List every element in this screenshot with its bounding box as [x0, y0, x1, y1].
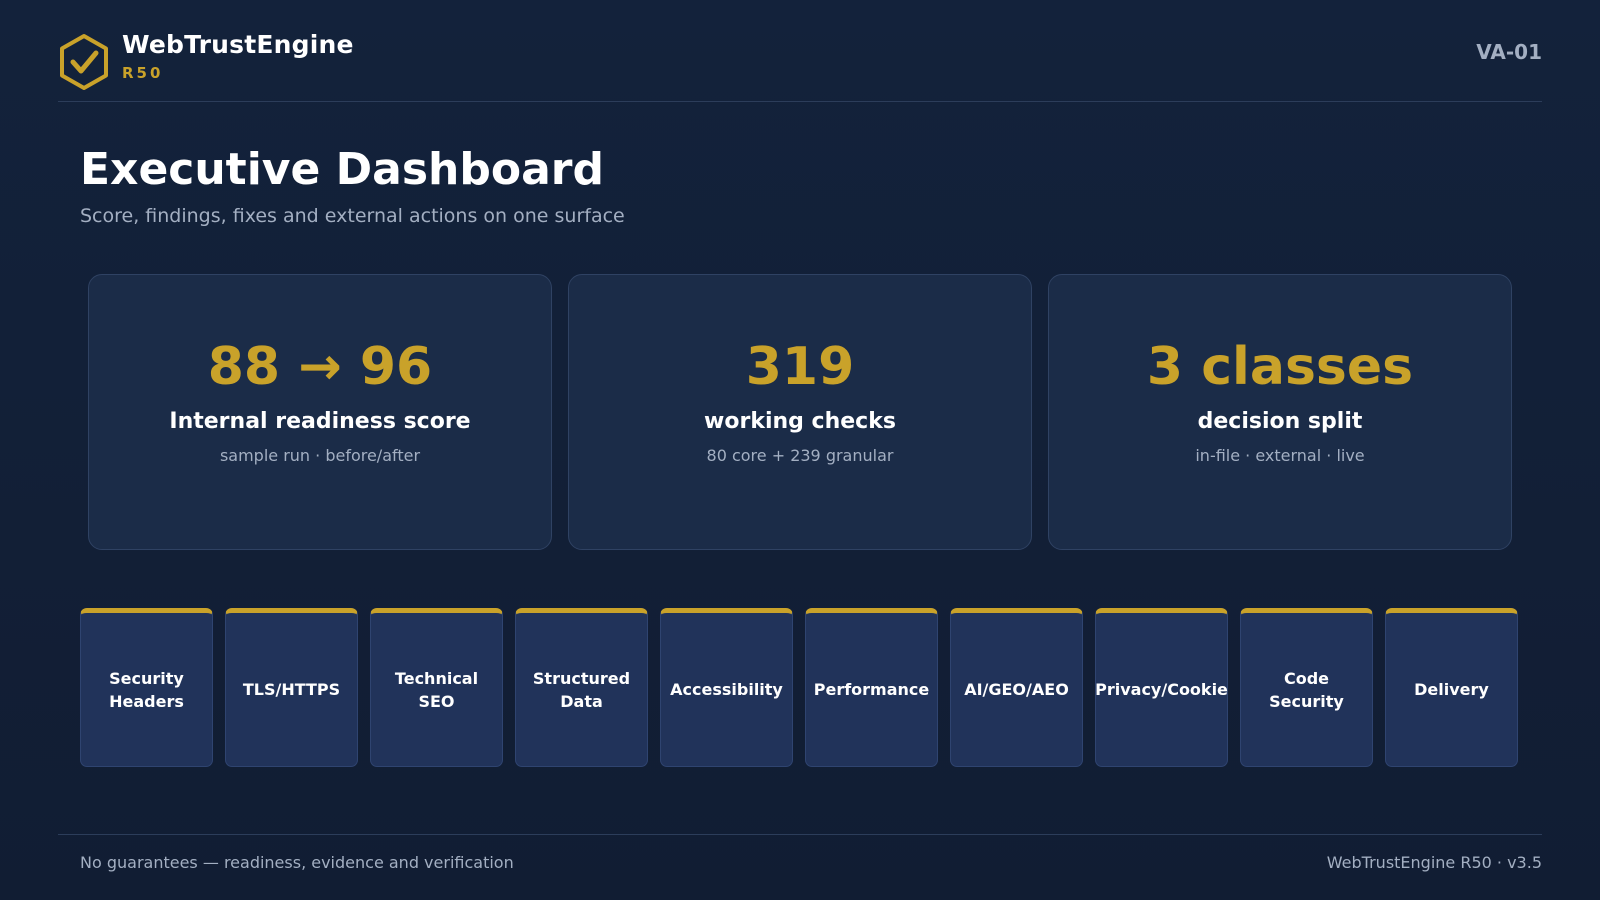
brand-version: R50: [122, 64, 164, 82]
stat-note: sample run · before/after: [219, 446, 421, 465]
category-tile-accessibility: Accessibility: [660, 608, 793, 767]
category-tile-performance: Performance: [805, 608, 938, 767]
stat-value: 319: [745, 337, 855, 397]
stat-value: 3 classes: [1146, 337, 1414, 397]
hexagon-check-icon: [60, 34, 108, 90]
slide: WebTrustEngine R50 VA-01 Executive Dashb…: [0, 0, 1600, 900]
brand-name: WebTrustEngine: [122, 30, 354, 59]
stat-card-checks: 319 working checks 80 core + 239 granula…: [568, 274, 1032, 550]
category-label: TLS/HTTPS: [242, 680, 341, 699]
page-subtitle: Score, findings, fixes and external acti…: [80, 205, 625, 227]
stat-label: decision split: [1197, 409, 1363, 434]
stat-note: 80 core + 239 granular: [706, 446, 894, 465]
footer-disclaimer: No guarantees — readiness, evidence and …: [80, 853, 514, 872]
category-tile-technical-seo: Technical SEO: [370, 608, 503, 767]
category-label: Technical SEO: [394, 668, 479, 711]
stat-label: Internal readiness score: [169, 409, 471, 434]
category-label: AI/GEO/AEO: [964, 680, 1069, 699]
stat-value: 88 → 96: [207, 337, 433, 397]
category-tile-structured-data: Structured Data: [515, 608, 648, 767]
slide-id: VA-01: [1476, 40, 1542, 64]
page-title: Executive Dashboard: [80, 144, 604, 195]
category-tile-privacy-cookie: Privacy/Cookie: [1095, 608, 1228, 767]
stat-label: working checks: [704, 409, 896, 434]
category-label: Delivery: [1414, 680, 1489, 699]
category-tile-ai-geo-aeo: AI/GEO/AEO: [950, 608, 1083, 767]
category-label: Performance: [813, 680, 930, 699]
category-tile-tls-https: TLS/HTTPS: [225, 608, 358, 767]
stat-note: in-file · external · live: [1195, 446, 1365, 465]
category-tile-security-headers: Security Headers: [80, 608, 213, 767]
category-tile-delivery: Delivery: [1385, 608, 1518, 767]
stat-card-readiness: 88 → 96 Internal readiness score sample …: [88, 274, 552, 550]
category-label: Accessibility: [670, 680, 783, 699]
footer: No guarantees — readiness, evidence and …: [58, 834, 1542, 874]
category-label: Privacy/Cookie: [1095, 680, 1228, 699]
stat-cards: 88 → 96 Internal readiness score sample …: [88, 274, 1512, 550]
footer-version: WebTrustEngine R50 · v3.5: [1326, 853, 1542, 872]
category-label: Structured Data: [532, 668, 631, 711]
header: WebTrustEngine R50 VA-01: [58, 28, 1542, 102]
category-label: Code Security: [1269, 668, 1344, 711]
category-tile-code-security: Code Security: [1240, 608, 1373, 767]
category-tiles: Security Headers TLS/HTTPS Technical SEO…: [80, 608, 1518, 767]
stat-card-decision-split: 3 classes decision split in-file · exter…: [1048, 274, 1512, 550]
category-label: Security Headers: [109, 668, 184, 711]
